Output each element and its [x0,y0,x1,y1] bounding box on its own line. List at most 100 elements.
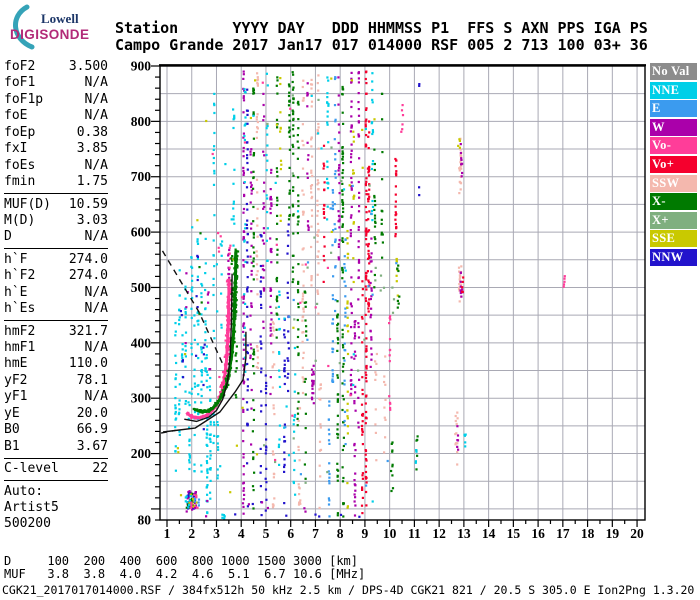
param-row-yf1: yF1 N/A [4,389,108,405]
param-value: 3.67 [76,438,108,454]
svg-text:200: 200 [131,446,152,461]
svg-text:3: 3 [213,526,220,541]
param-value: 274.0 [68,268,108,284]
svg-text:19: 19 [606,526,620,541]
param-label: fmin [4,174,36,190]
svg-text:700: 700 [131,169,152,184]
svg-text:500: 500 [131,280,152,295]
param-value: 22 [92,461,108,477]
param-label: D [4,229,12,245]
param-label: MUF(D) [4,196,51,212]
param-label: yF2 [4,372,28,388]
param-row-foe: foE N/A [4,108,108,124]
digisonde-logo: Lowell DIGISONDE [4,4,112,50]
param-value: 1.75 [76,174,108,190]
panel-divider [4,193,108,194]
svg-text:4: 4 [238,526,245,541]
svg-text:400: 400 [131,335,152,350]
param-value: 20.0 [76,405,108,421]
param-label: M(D) [4,212,36,228]
svg-text:80: 80 [138,513,152,528]
panel-divider [4,457,108,459]
param-label: h`Es [4,301,36,317]
param-label: foE [4,108,28,124]
param-row-foep: foEp 0.38 [4,125,108,141]
legend-item-ssw: SSW [650,174,697,192]
param-label: hmE [4,356,28,372]
svg-text:20: 20 [630,526,644,541]
velocity-direction-legend: No Val NNE E W Vo- Vo+ SSW X- X+ SSE NNW [650,63,698,268]
param-row-auto-: Auto: [4,484,108,500]
legend-item-nnw: NNW [650,248,697,266]
svg-text:15: 15 [507,526,521,541]
param-label: Auto: [4,483,44,499]
param-row-fof1: foF1 N/A [4,75,108,91]
param-value: N/A [84,301,108,317]
param-value: N/A [84,157,108,173]
svg-text:6: 6 [287,526,294,541]
svg-text:1: 1 [164,526,171,541]
param-row-fxi: fxI 3.85 [4,141,108,157]
param-row-fmin: fmin 1.75 [4,174,108,190]
param-row-d: D N/A [4,229,108,245]
param-row-ye: yE 20.0 [4,406,108,422]
param-value: N/A [84,389,108,405]
param-label: B0 [4,422,20,438]
param-value: N/A [84,284,108,300]
svg-text:2: 2 [188,526,195,541]
legend-item-sse: SSE [650,230,697,248]
logo-digisonde-text: DIGISONDE [10,27,90,42]
param-row-yf2: yF2 78.1 [4,373,108,389]
muf-row: MUF 3.8 3.8 4.0 4.2 4.6 5.1 6.7 10.6 [MH… [4,567,366,581]
y-axis-labels: 900 800 700 600 500 400 300 200 80 [131,58,152,527]
param-value: 274.0 [68,251,108,267]
panel-divider [4,320,108,322]
param-label: Artist5 [4,499,59,515]
svg-text:14: 14 [482,526,496,541]
panel-divider [4,480,108,481]
param-row-h-f: h`F 274.0 [4,252,108,268]
param-label: fxI [4,141,28,157]
svg-text:7: 7 [312,526,319,541]
param-label: 500200 [4,516,51,532]
param-row-c-level: C-level 22 [4,461,108,477]
param-label: foEs [4,157,36,173]
footer-status-line: CGK21_2017017014000.RSF / 384fx512h 50 k… [2,583,695,597]
param-row-500200: 500200 [4,516,108,532]
param-row-b0: B0 66.9 [4,422,108,438]
param-label: yF1 [4,389,28,405]
param-value: 3.500 [68,59,108,74]
param-value: N/A [84,75,108,91]
svg-text:9: 9 [362,526,369,541]
param-row-muf-d-: MUF(D) 10.59 [4,197,108,213]
axis-ticks [151,65,638,527]
param-label: B1 [4,438,20,454]
legend-item-vo+: Vo+ [650,155,697,173]
param-value: 3.85 [76,141,108,157]
param-row-hmf2: hmF2 321.7 [4,324,108,340]
param-row-h-e: h`E N/A [4,285,108,301]
x-axis-labels: 1 2 3 4 5 6 7 8 9 10 11 12 13 14 15 16 17 18 19 20 [164,526,644,541]
param-label: C-level [4,461,59,477]
param-row-foes: foEs N/A [4,158,108,174]
param-row-m-d-: M(D) 3.03 [4,213,108,229]
legend-item-w: W [650,118,697,136]
parameter-panel: foF2 3.500 foF1 N/A foF1p N/A foE N/A foEp 0.38 fx… [4,59,108,533]
legend-item-x-: X- [650,193,697,211]
param-value: 3.03 [76,212,108,228]
param-label: foEp [4,124,36,140]
param-value: 66.9 [76,422,108,438]
param-label: yE [4,405,20,421]
svg-text:5: 5 [263,526,270,541]
param-value: N/A [84,91,108,107]
svg-text:800: 800 [131,114,152,129]
param-row-fof2: foF2 3.500 [4,59,108,75]
svg-text:10: 10 [383,526,397,541]
param-value: 78.1 [76,372,108,388]
param-label: hmF2 [4,323,36,339]
panel-divider [4,248,108,250]
header-field-names-row: Station YYYY DAY DDD HHMMSS P1 FFS S AXN… [115,19,648,37]
svg-text:300: 300 [131,391,152,406]
param-row-artist5: Artist5 [4,500,108,516]
param-label: hmF1 [4,340,36,355]
